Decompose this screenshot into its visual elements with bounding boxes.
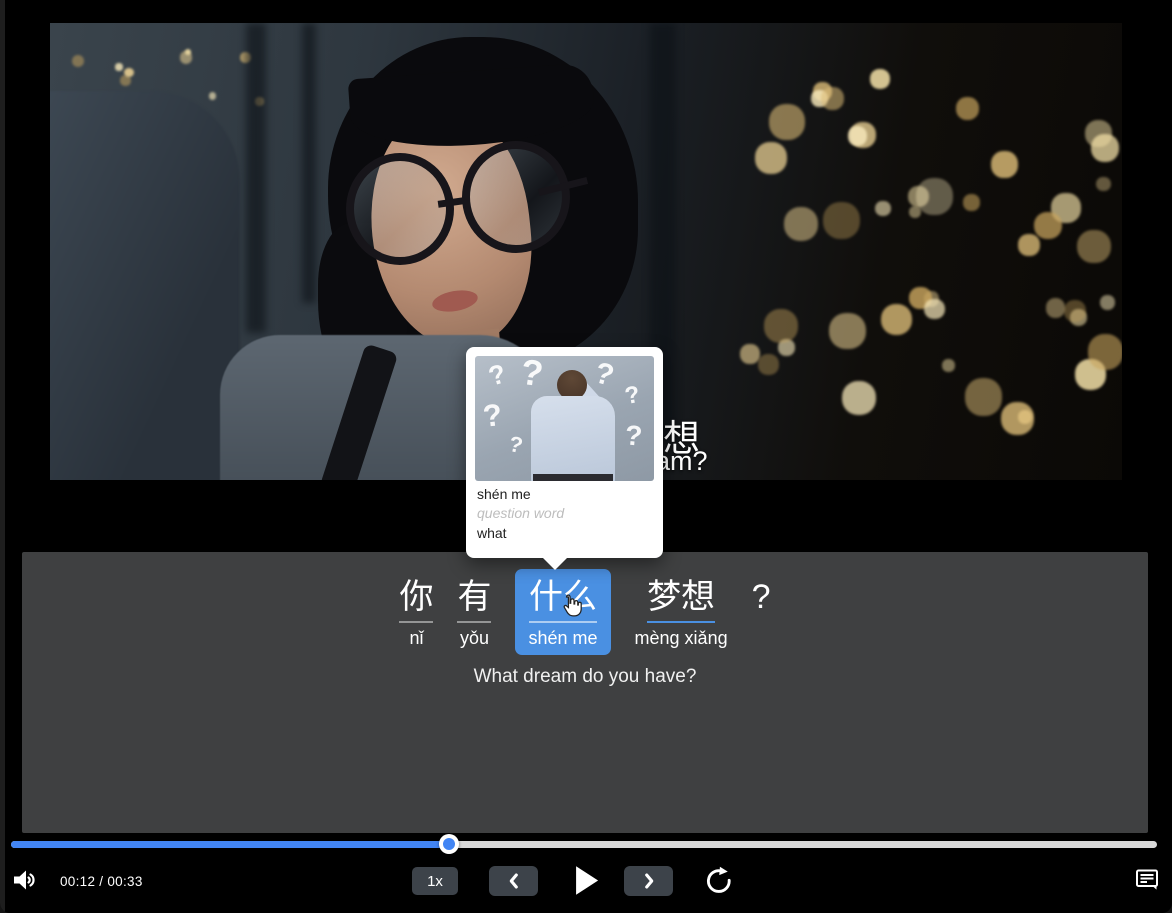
bokeh-light — [764, 309, 798, 343]
bokeh-light — [784, 207, 818, 241]
time-separator: / — [99, 874, 103, 889]
bokeh-light — [1046, 298, 1066, 318]
hanzi-text: 梦想 — [647, 578, 715, 623]
time-current: 00:12 — [60, 874, 95, 889]
popup-caret — [542, 557, 568, 570]
word-definition-popup[interactable]: shén me question word what — [466, 347, 663, 558]
window-edge — [0, 0, 5, 913]
hanzi-text: ? — [752, 578, 771, 623]
bokeh-light — [1001, 402, 1034, 435]
bokeh-light — [1064, 300, 1086, 322]
subtitle-word-shenme-selected[interactable]: 什么 shén me — [515, 569, 610, 655]
bokeh-light — [1018, 234, 1040, 256]
chevron-right-icon — [638, 870, 660, 892]
pinyin-text: yǒu — [460, 628, 489, 649]
bokeh-light — [72, 55, 85, 68]
bokeh-light — [1100, 295, 1115, 310]
play-button[interactable] — [571, 864, 601, 897]
question-mark-decor — [506, 431, 525, 459]
replay-icon[interactable] — [704, 866, 734, 896]
bokeh-light — [956, 97, 979, 120]
question-mark-decor — [623, 381, 642, 411]
bokeh-light — [124, 68, 134, 78]
bokeh-light — [875, 201, 890, 216]
transcript-icon[interactable] — [1133, 865, 1161, 893]
next-caption-button[interactable] — [624, 866, 673, 896]
bokeh-light — [991, 151, 1018, 178]
bokeh-light — [963, 194, 980, 211]
seek-bar[interactable] — [11, 841, 1157, 848]
foreground-person-shoulder — [50, 91, 240, 480]
man-belt — [533, 474, 613, 481]
seek-handle[interactable] — [439, 834, 459, 854]
time-total: 00:33 — [107, 874, 142, 889]
bokeh-light — [909, 206, 921, 218]
subtitle-word-question-mark[interactable]: ? — [752, 569, 771, 649]
bokeh-light — [881, 304, 913, 336]
question-mark-decor — [624, 419, 644, 452]
bokeh-light — [209, 92, 217, 100]
bokeh-light — [942, 359, 955, 372]
bokeh-light — [1091, 134, 1119, 162]
bokeh-light — [740, 344, 760, 364]
popup-definition: what — [477, 525, 507, 541]
seek-bar-fill — [11, 841, 449, 848]
volume-icon[interactable] — [11, 866, 39, 894]
question-mark-decor — [591, 356, 618, 394]
glasses-left-lens — [346, 153, 454, 265]
background-building-column — [302, 23, 316, 303]
bokeh-light — [924, 299, 944, 319]
popup-pinyin: shén me — [477, 486, 531, 502]
chevron-left-icon — [503, 870, 525, 892]
question-mark-decor — [481, 397, 504, 435]
bokeh-light — [1088, 334, 1122, 369]
previous-caption-button[interactable] — [489, 866, 538, 896]
bokeh-light — [821, 87, 844, 110]
bokeh-light — [916, 178, 953, 215]
popup-part-of-speech: question word — [477, 505, 564, 521]
bokeh-light — [1096, 177, 1111, 192]
glasses-right-lens — [462, 141, 570, 253]
subtitle-panel: 你 nǐ 有 yǒu 什么 shén me 梦想 mèng xiǎng ? Wh… — [22, 552, 1148, 833]
bokeh-light — [1034, 212, 1062, 240]
pinyin-text: shén me — [528, 628, 597, 649]
subtitle-word-mengxiang[interactable]: 梦想 mèng xiǎng — [635, 569, 728, 649]
bokeh-light — [1077, 230, 1111, 264]
subtitle-word-ni[interactable]: 你 nǐ — [399, 569, 433, 649]
time-display: 00:12 / 00:33 — [60, 874, 143, 889]
background-building-column — [246, 23, 266, 333]
question-mark-decor — [485, 358, 509, 392]
hanzi-text: 什么 — [529, 578, 597, 623]
playback-speed-button[interactable]: 1x — [412, 867, 458, 895]
word-illustration-image — [475, 356, 654, 481]
bokeh-light — [823, 202, 860, 239]
bokeh-light — [870, 69, 890, 89]
bokeh-light — [115, 63, 123, 71]
sentence-translation: What dream do you have? — [22, 666, 1148, 688]
bokeh-light — [842, 381, 877, 416]
subtitle-word-you[interactable]: 有 yǒu — [457, 569, 491, 649]
hanzi-text: 你 — [399, 578, 433, 623]
man-shirt — [531, 396, 615, 481]
pinyin-text: mèng xiǎng — [635, 628, 728, 649]
pinyin-text: nǐ — [409, 628, 423, 649]
bokeh-light — [769, 104, 805, 140]
subtitle-words-row: 你 nǐ 有 yǒu 什么 shén me 梦想 mèng xiǎng ? — [22, 569, 1148, 655]
bokeh-light — [758, 354, 779, 375]
bokeh-light — [829, 313, 866, 350]
app-window: 想 am? shén me question word what 你 nǐ — [0, 0, 1172, 913]
bokeh-light — [755, 142, 787, 174]
hanzi-text: 有 — [457, 578, 491, 623]
bokeh-light — [965, 378, 1002, 415]
question-mark-decor — [518, 356, 546, 395]
